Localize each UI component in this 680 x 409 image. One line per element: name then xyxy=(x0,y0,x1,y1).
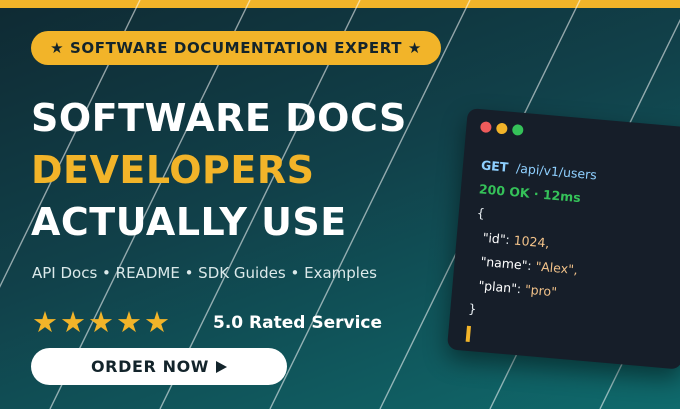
text-cursor xyxy=(465,325,472,342)
headline-line-2: DEVELOPERS xyxy=(31,148,315,192)
order-now-button[interactable]: ORDER NOW xyxy=(31,348,287,385)
services-list: API Docs • README • SDK Guides • Example… xyxy=(32,264,377,282)
json-key: "plan" xyxy=(477,277,518,296)
json-value: "Alex", xyxy=(534,258,579,278)
star-icon: ★ xyxy=(116,305,142,339)
star-icon: ★ xyxy=(144,305,170,339)
close-dot-icon xyxy=(479,121,492,134)
minimize-dot-icon xyxy=(495,122,508,135)
code-snippet: GET /api/v1/users 200 OK · 12ms { "id": … xyxy=(465,153,597,354)
json-key: "name" xyxy=(479,253,529,273)
status-text: 200 OK · 12ms xyxy=(478,181,582,206)
order-now-label: ORDER NOW xyxy=(90,357,210,376)
headline-line-3: ACTUALLY USE xyxy=(31,200,347,244)
json-key: "id" xyxy=(482,229,507,247)
top-accent-bar xyxy=(0,0,680,8)
headline: SOFTWARE DOCS DEVELOPERS ACTUALLY USE xyxy=(31,92,407,248)
expert-badge: ★ SOFTWARE DOCUMENTATION EXPERT ★ xyxy=(31,31,441,65)
http-method: GET xyxy=(480,157,509,175)
star-rating: ★ ★ ★ ★ ★ xyxy=(32,305,170,339)
json-value: 1024, xyxy=(513,232,551,251)
maximize-dot-icon xyxy=(511,123,524,136)
json-value: "pro" xyxy=(524,281,558,300)
star-icon: ★ xyxy=(32,305,58,339)
code-window: GET /api/v1/users 200 OK · 12ms { "id": … xyxy=(446,108,680,370)
star-icon: ★ xyxy=(60,305,86,339)
rating-text: 5.0 Rated Service xyxy=(213,313,383,333)
request-path: /api/v1/users xyxy=(515,160,598,183)
window-controls xyxy=(479,121,524,136)
headline-line-1: SOFTWARE DOCS xyxy=(31,96,407,140)
star-icon: ★ xyxy=(88,305,114,339)
play-triangle-icon xyxy=(216,360,228,373)
